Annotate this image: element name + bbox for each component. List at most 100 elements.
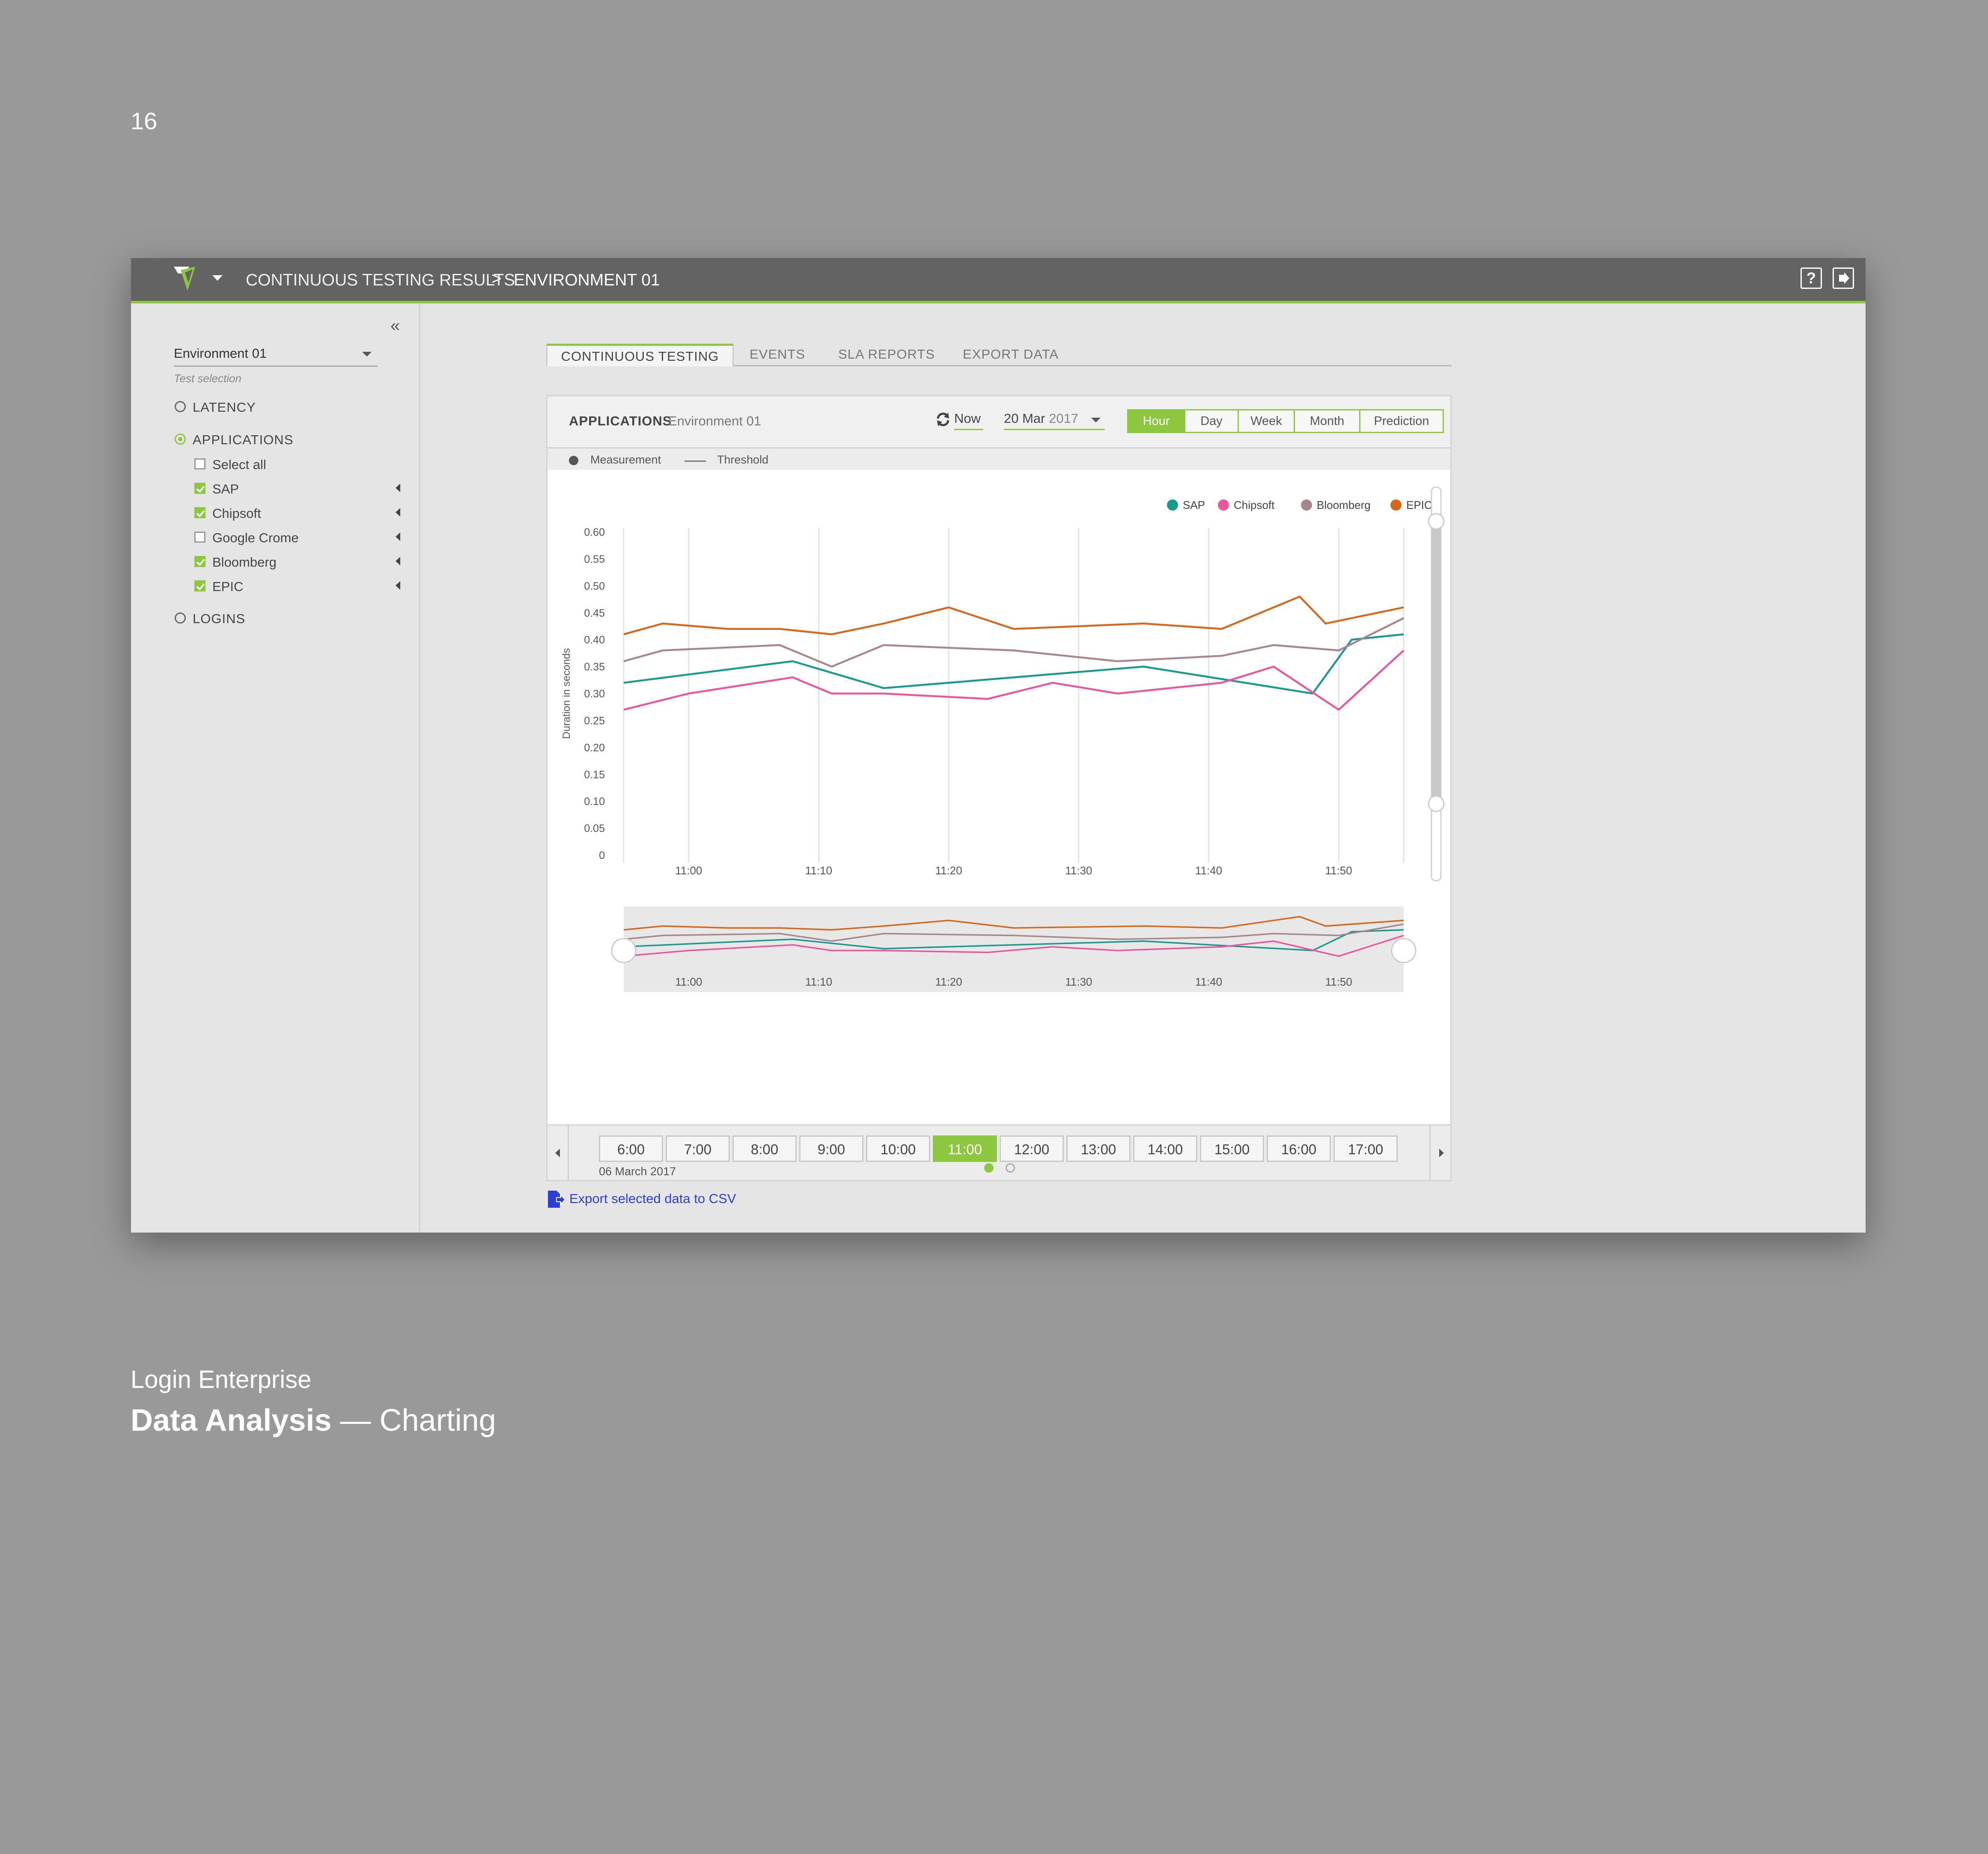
checkbox-label-chipsoft[interactable]: Chipsoft [212, 506, 261, 521]
pager-dot[interactable] [1006, 1163, 1015, 1173]
checkbox-epic[interactable] [194, 580, 205, 591]
range-week-button[interactable]: Week [1239, 410, 1295, 432]
navigator-handle-right [1391, 938, 1417, 963]
top-bar: CONTINUOUS TESTING RESULTS > ENVIRONMENT… [131, 258, 1866, 303]
range-day-button[interactable]: Day [1185, 410, 1239, 432]
radio-latency[interactable] [175, 401, 186, 412]
timeline-hour[interactable]: 16:00 [1267, 1135, 1331, 1162]
y-tick-label: 0.35 [584, 661, 605, 673]
logo-icon[interactable] [172, 264, 206, 294]
timeline-next-button[interactable] [1429, 1126, 1450, 1180]
refresh-icon[interactable] [934, 411, 952, 428]
checkbox-label-select-all[interactable]: Select all [212, 457, 266, 472]
series-line-epic [623, 595, 1404, 636]
timeline-hour[interactable]: 13:00 [1066, 1135, 1131, 1162]
checkbox-label-epic[interactable]: EPIC [212, 579, 243, 594]
tab-continuous-testing[interactable]: CONTINUOUS TESTING [546, 344, 734, 366]
option-label-applications[interactable]: APPLICATIONS [193, 432, 293, 448]
x-tick-label: 11:10 [805, 864, 832, 877]
timeline-hour[interactable]: 12:00 [1000, 1135, 1064, 1162]
tab-events[interactable]: EVENTS [743, 344, 812, 366]
chevron-right-icon [1439, 1149, 1444, 1157]
navigator-tick-label: 11:10 [805, 975, 832, 988]
option-label-logins[interactable]: LOGINS [193, 611, 245, 627]
navigator-tick-label: 11:00 [675, 975, 702, 988]
expand-arrow-icon[interactable] [396, 508, 400, 517]
breadcrumb-results[interactable]: CONTINUOUS TESTING RESULTS [246, 271, 515, 290]
timeline-hour[interactable]: 9:00 [799, 1135, 863, 1162]
legend-label-epic: EPIC [1406, 499, 1432, 511]
date-picker-day: 20 Mar [1004, 411, 1045, 426]
checkbox-sap[interactable] [194, 483, 205, 494]
range-selector: Hour Day Week Month Prediction [1127, 409, 1444, 433]
tab-sla-reports[interactable]: SLA REPORTS [833, 344, 940, 366]
pager-dot-active[interactable] [984, 1163, 994, 1173]
legend-label-chipsoft: Chipsoft [1234, 499, 1275, 511]
timeline-hour[interactable]: 17:00 [1333, 1135, 1398, 1162]
checkbox-chipsoft[interactable] [194, 507, 205, 518]
app-window: CONTINUOUS TESTING RESULTS > ENVIRONMENT… [131, 258, 1866, 1233]
timeline-hour[interactable]: 6:00 [599, 1135, 663, 1162]
chevron-down-icon[interactable] [1091, 418, 1101, 422]
x-tick-label: 11:30 [1065, 864, 1092, 877]
range-month-button[interactable]: Month [1295, 410, 1360, 432]
radio-applications[interactable] [175, 434, 186, 445]
tab-export-data[interactable]: EXPORT DATA [959, 344, 1062, 366]
timeline-hour[interactable]: 10:00 [866, 1135, 930, 1162]
help-icon[interactable]: ? [1801, 267, 1822, 289]
legend-label-bloomberg: Bloomberg [1317, 499, 1371, 511]
x-tick-label: 11:00 [675, 864, 702, 877]
checkbox-label-bloomberg[interactable]: Bloomberg [212, 555, 277, 570]
logout-icon[interactable] [1833, 267, 1854, 289]
page-number: 16 [131, 107, 158, 134]
y-tick-label: 0.25 [584, 715, 605, 727]
legend-marker-bloomberg [1301, 499, 1312, 511]
expand-arrow-icon[interactable] [396, 532, 400, 541]
dropdown-caret-icon[interactable] [212, 275, 223, 281]
radio-logins[interactable] [175, 612, 186, 624]
chart-panel-header: APPLICATIONS Environment 01 Now 20 Mar 2… [548, 396, 1450, 449]
series-line-bloomberg [623, 617, 1405, 668]
timeline-hour[interactable]: 7:00 [666, 1135, 730, 1162]
footer-title-rest: — Charting [331, 1403, 496, 1438]
y-tick-label: 0.45 [584, 607, 605, 619]
collapse-icon[interactable]: « [390, 316, 400, 336]
option-label-latency[interactable]: LATENCY [193, 400, 256, 415]
environment-select-value: Environment 01 [174, 346, 267, 361]
measurement-legend-bar [548, 449, 1450, 470]
x-tick-label: 11:20 [935, 864, 962, 877]
timeline-hour-active[interactable]: 11:00 [933, 1135, 997, 1162]
breadcrumb-environment: ENVIRONMENT 01 [514, 271, 660, 289]
line-chart: 0 0.05 0.10 0.15 0.20 0.25 0.30 0.35 0.40 0.45 0.5… [561, 486, 1445, 992]
range-prediction-button[interactable]: Prediction [1360, 410, 1443, 432]
checkbox-label-sap[interactable]: SAP [212, 481, 239, 497]
legend-marker-sap [1167, 499, 1178, 511]
environment-select-help: Test selection [174, 372, 242, 385]
date-picker[interactable]: 20 Mar 2017 [1004, 411, 1105, 430]
range-hour-button[interactable]: Hour [1128, 410, 1185, 432]
checkbox-label-google-crome[interactable]: Google Crome [212, 530, 299, 546]
legend-marker-epic [1390, 499, 1402, 511]
panel-title: APPLICATIONS [569, 413, 672, 428]
timeline-prev-button[interactable] [548, 1126, 569, 1180]
now-button[interactable]: Now [954, 411, 983, 430]
measurement-label: Measurement [590, 453, 661, 466]
navigator-tick-label: 11:50 [1325, 975, 1352, 988]
environment-select[interactable]: Environment 01 [174, 344, 378, 367]
timeline-hour[interactable]: 15:00 [1200, 1135, 1264, 1162]
checkbox-select-all[interactable] [194, 458, 205, 469]
checkbox-bloomberg[interactable] [194, 556, 205, 567]
timeline-date: 06 March 2017 [599, 1165, 676, 1178]
x-tick-label: 11:50 [1325, 864, 1352, 877]
expand-arrow-icon[interactable] [396, 557, 400, 565]
footer-title-bold: Data Analysis [131, 1403, 332, 1438]
checkbox-google-crome[interactable] [194, 532, 205, 543]
expand-arrow-icon[interactable] [396, 581, 400, 590]
timeline-hour[interactable]: 8:00 [732, 1135, 797, 1162]
expand-arrow-icon[interactable] [396, 484, 400, 492]
breadcrumb-separator: > [491, 269, 502, 288]
export-icon[interactable] [546, 1190, 565, 1209]
export-csv-link[interactable]: Export selected data to CSV [569, 1191, 736, 1206]
timeline-hour[interactable]: 14:00 [1133, 1135, 1197, 1162]
footer-title: Data Analysis — Charting [131, 1403, 496, 1438]
